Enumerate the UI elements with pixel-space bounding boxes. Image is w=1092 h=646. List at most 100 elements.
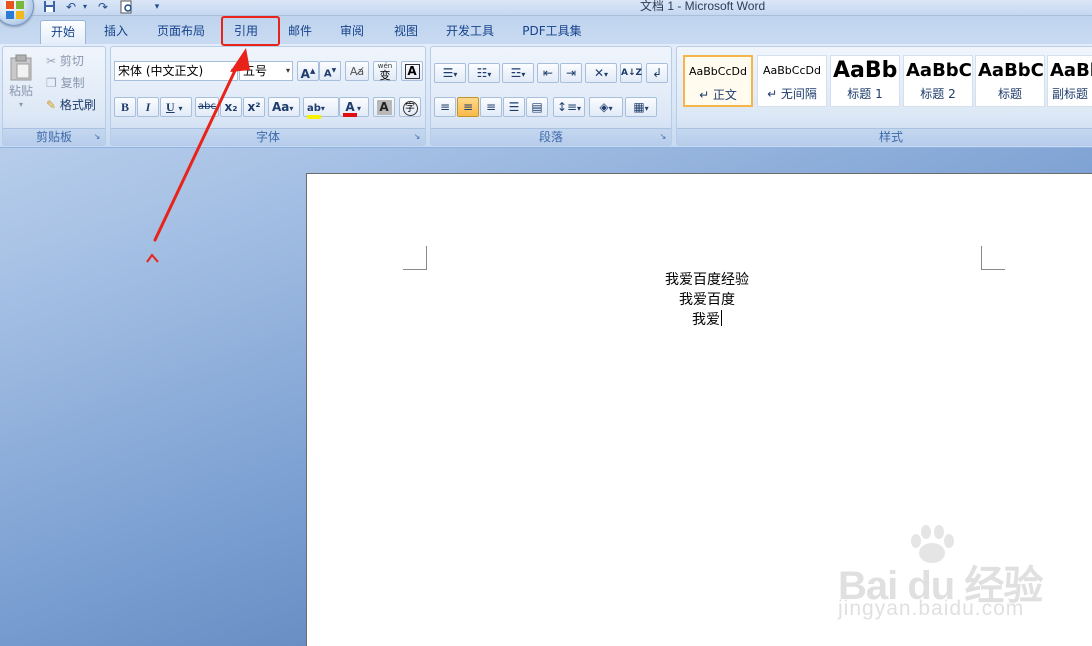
- increase-indent-button[interactable]: ⇥: [560, 63, 582, 83]
- clipboard-group-label: 剪贴板: [3, 128, 105, 145]
- chevron-down-icon: ▾: [230, 66, 235, 75]
- tab-pdf-tools[interactable]: PDF工具集: [516, 20, 588, 44]
- dialog-launcher-icon[interactable]: ↘: [658, 132, 668, 142]
- dialog-launcher-icon[interactable]: ↘: [92, 132, 102, 142]
- clear-formatting-button[interactable]: Aa̸: [345, 61, 369, 81]
- paste-icon: [10, 54, 32, 81]
- strikethrough-button[interactable]: abc: [195, 97, 219, 117]
- change-case-label: Aa: [272, 100, 290, 114]
- font-color-button[interactable]: A ▾: [339, 97, 369, 117]
- superscript-button[interactable]: x²: [243, 97, 265, 117]
- tab-view[interactable]: 视图: [384, 20, 428, 44]
- redo-icon[interactable]: ↷: [96, 0, 110, 14]
- grow-font-button[interactable]: A▲: [297, 61, 319, 81]
- clipboard-group: 粘贴 ▾ ✂ 剪切 ❐ 复制 ✎ 格式刷 剪贴板 ↘: [2, 46, 106, 146]
- chinese-layout-button[interactable]: ✕▾: [585, 63, 617, 83]
- document-line-2[interactable]: 我爱百度: [307, 290, 1092, 310]
- decrease-indent-button[interactable]: ⇤: [537, 63, 559, 83]
- style-heading-1[interactable]: AaBb 标题 1: [830, 55, 900, 107]
- highlight-color-button[interactable]: ab▾: [303, 97, 339, 119]
- character-border-button[interactable]: A: [401, 61, 423, 81]
- distributed-button[interactable]: ▤: [526, 97, 548, 117]
- bullets-button[interactable]: ☰▾: [434, 63, 466, 83]
- style-heading-2-sample: AaBbC: [906, 60, 972, 81]
- chevron-down-icon: ▾: [285, 66, 290, 75]
- change-case-button[interactable]: Aa▾: [268, 97, 300, 117]
- line-spacing-button[interactable]: ↕≡▾: [553, 97, 585, 117]
- underline-button[interactable]: U ▾: [160, 97, 192, 117]
- style-title[interactable]: AaBbC 标题: [975, 55, 1045, 107]
- tab-mailings[interactable]: 邮件: [278, 20, 322, 44]
- style-no-spacing[interactable]: AaBbCcDd ↵ 无间隔: [757, 55, 827, 107]
- multilevel-list-button[interactable]: ☲▾: [502, 63, 534, 83]
- chevron-down-icon: ▾: [453, 70, 458, 79]
- phonetic-guide-button[interactable]: wén 变: [373, 61, 397, 81]
- font-color-icon: A: [343, 101, 357, 117]
- chevron-down-icon[interactable]: ▾: [78, 0, 92, 14]
- sort-button[interactable]: A↓Z: [620, 63, 642, 83]
- show-marks-button[interactable]: ↲: [646, 63, 668, 83]
- justify-button[interactable]: ☰: [503, 97, 525, 117]
- chevron-down-icon: ▾: [487, 70, 492, 79]
- chevron-down-icon: ▾: [289, 104, 294, 113]
- chevron-down-icon: ▾: [18, 100, 23, 109]
- document-area: 我爱百度经验 我爱百度 我爱: [0, 148, 1092, 646]
- paste-label: 粘贴: [8, 84, 33, 98]
- align-center-button[interactable]: ≡: [457, 97, 479, 117]
- paragraph-group: ☰▾ ☷▾ ☲▾ ⇤ ⇥ ✕▾ A↓Z ↲ ≡ ≡ ≡ ☰ ▤ ↕≡▾ ◈▾ ▦…: [430, 46, 672, 146]
- enclose-characters-icon: 字: [402, 101, 418, 116]
- undo-icon[interactable]: ↶: [64, 0, 78, 14]
- tab-insert[interactable]: 插入: [94, 20, 138, 44]
- shading-button[interactable]: ◈▾: [589, 97, 623, 117]
- style-heading-2[interactable]: AaBbC 标题 2: [903, 55, 973, 107]
- character-shading-button[interactable]: A: [373, 97, 395, 117]
- tab-developer[interactable]: 开发工具: [438, 20, 502, 44]
- style-subtitle[interactable]: AaBl 副标题: [1047, 55, 1092, 107]
- bold-button[interactable]: B: [114, 97, 136, 117]
- shrink-font-button[interactable]: A▼: [319, 61, 341, 81]
- save-icon[interactable]: [42, 0, 56, 14]
- style-title-sample: AaBbC: [978, 60, 1044, 81]
- style-heading-1-name: 标题 1: [847, 87, 883, 101]
- borders-button[interactable]: ▦▾: [625, 97, 657, 117]
- tab-home[interactable]: 开始: [40, 20, 86, 44]
- multilevel-list-icon: ☲: [510, 66, 522, 80]
- tab-review[interactable]: 审阅: [330, 20, 374, 44]
- format-painter-label: 格式刷: [59, 98, 96, 112]
- format-painter-button[interactable]: ✎ 格式刷: [45, 95, 105, 115]
- style-heading-1-sample: AaBb: [833, 58, 898, 83]
- customize-icon[interactable]: ▾: [150, 0, 164, 14]
- style-normal-sample: AaBbCcDd: [689, 65, 747, 78]
- numbering-button[interactable]: ☷▾: [468, 63, 500, 83]
- margin-corner-top-left: [403, 246, 427, 270]
- style-normal-name: ↵ 正文: [699, 88, 737, 102]
- align-left-button[interactable]: ≡: [434, 97, 456, 117]
- subscript-button[interactable]: x₂: [220, 97, 242, 117]
- align-right-icon: ≡: [485, 100, 497, 114]
- tab-page-layout[interactable]: 页面布局: [150, 20, 212, 44]
- enclose-characters-button[interactable]: 字: [399, 97, 421, 117]
- dialog-launcher-icon[interactable]: ↘: [412, 132, 422, 142]
- tab-references[interactable]: 引用: [224, 20, 268, 44]
- document-line-1[interactable]: 我爱百度经验: [307, 270, 1092, 290]
- document-page[interactable]: 我爱百度经验 我爱百度 我爱: [306, 173, 1092, 646]
- style-subtitle-sample: AaBl: [1050, 60, 1092, 81]
- ribbon-tabs: 开始 插入 页面布局 引用 邮件 审阅 视图 开发工具 PDF工具集: [0, 16, 1092, 44]
- document-line-3[interactable]: 我爱: [307, 310, 1092, 330]
- font-name-combo[interactable]: 宋体 (中文正文) ▾: [114, 61, 238, 81]
- numbered-list-icon: ☷: [476, 66, 488, 80]
- cut-button[interactable]: ✂ 剪切: [45, 51, 105, 71]
- style-normal[interactable]: AaBbCcDd ↵ 正文: [683, 55, 753, 107]
- italic-button[interactable]: I: [137, 97, 159, 117]
- paste-button[interactable]: 粘贴 ▾: [5, 49, 37, 125]
- copy-button[interactable]: ❐ 复制: [45, 73, 105, 93]
- grow-font-label: A: [300, 67, 310, 81]
- title-bar: ↶ ▾ ↷ ▾ 文档 1 - Microsoft Word: [0, 0, 1092, 26]
- print-preview-icon[interactable]: [120, 0, 134, 14]
- style-title-name: 标题: [997, 87, 1022, 101]
- style-no-spacing-sample: AaBbCcDd: [763, 64, 821, 77]
- chevron-down-icon: ▾: [357, 104, 362, 113]
- phonetic-guide-char: 变: [379, 69, 391, 82]
- font-size-combo[interactable]: 五号 ▾: [239, 61, 293, 81]
- align-right-button[interactable]: ≡: [480, 97, 502, 117]
